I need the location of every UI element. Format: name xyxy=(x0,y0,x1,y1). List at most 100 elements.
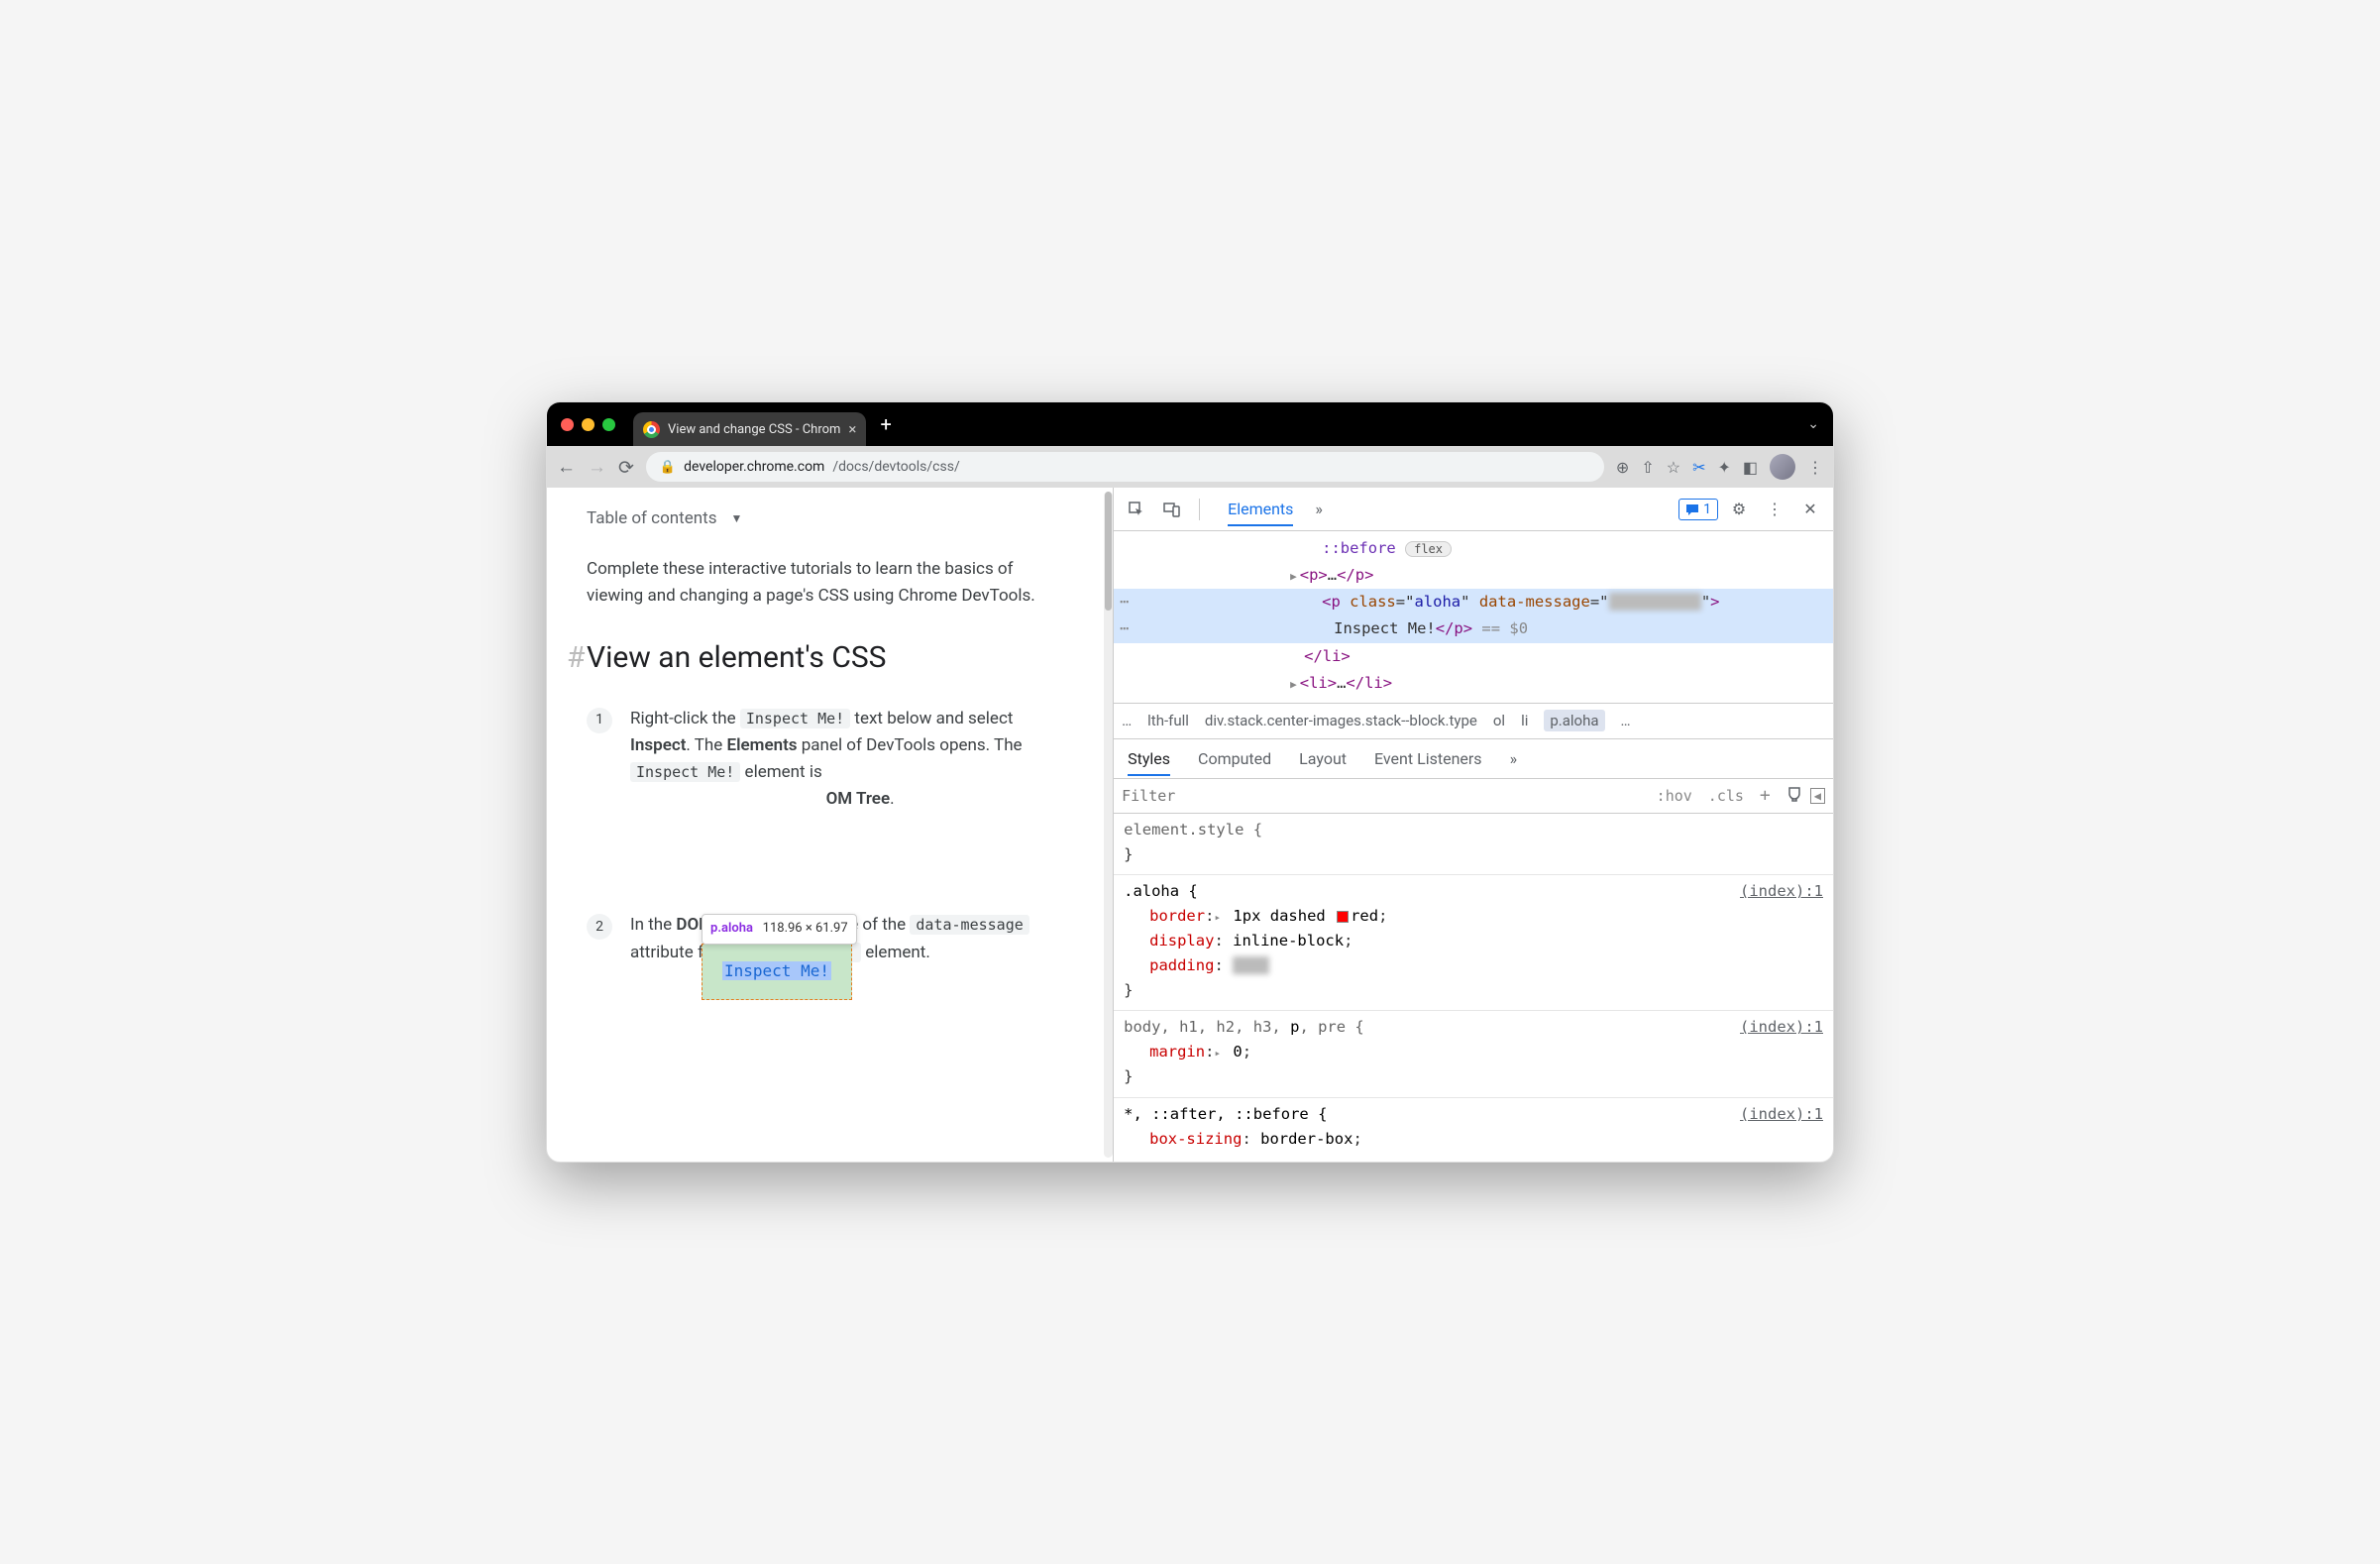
max-dot[interactable] xyxy=(602,418,615,431)
close-dot[interactable] xyxy=(561,418,574,431)
source-link[interactable]: (index):1 xyxy=(1740,1015,1823,1040)
inspect-element-icon[interactable] xyxy=(1122,495,1151,524)
attr: class xyxy=(1350,593,1396,611)
toc-label: Table of contents xyxy=(587,505,716,532)
dom-tree[interactable]: ::before flex ▶<p>…</p> <p class="aloha"… xyxy=(1114,531,1833,703)
t: Inspect Me! xyxy=(1334,619,1436,637)
crumb[interactable]: div.stack.center-images.stack--block.typ… xyxy=(1205,712,1477,729)
device-toggle-icon[interactable] xyxy=(1157,495,1187,524)
crumb[interactable]: li xyxy=(1521,712,1528,729)
style-rule-universal[interactable]: (index):1 *, ::after, ::before { box-siz… xyxy=(1114,1098,1833,1160)
b: Elements xyxy=(727,735,798,755)
dom-row-selected-text[interactable]: Inspect Me!</p> == $0 xyxy=(1114,615,1833,642)
style-rule-aloha[interactable]: (index):1 .aloha { border:▸ 1px dashed r… xyxy=(1114,875,1833,1011)
tag: <p xyxy=(1322,593,1350,611)
scissors-icon[interactable]: ✂ xyxy=(1692,458,1705,477)
breadcrumb[interactable]: … lth-full div.stack.center-images.stack… xyxy=(1114,703,1833,738)
selector: element.style { xyxy=(1124,818,1823,842)
step-number: 1 xyxy=(587,708,612,733)
prop-name: padding xyxy=(1149,956,1214,974)
styles-subtabs: Styles Computed Layout Event Listeners » xyxy=(1114,738,1833,778)
window-controls xyxy=(561,418,615,431)
dom-row[interactable]: ▶<li>…</li> xyxy=(1114,670,1833,697)
toc-toggle[interactable]: Table of contents ▼ xyxy=(587,505,1073,532)
b: OM Tree xyxy=(826,789,891,809)
cls-toggle[interactable]: .cls xyxy=(1700,787,1752,805)
t: element. xyxy=(861,943,930,962)
tooltip-dims: 118.96 × 61.97 xyxy=(763,921,848,936)
source-link[interactable]: (index):1 xyxy=(1740,879,1823,904)
hov-toggle[interactable]: :hov xyxy=(1649,787,1700,805)
address-bar[interactable]: 🔒 developer.chrome.com/docs/devtools/css… xyxy=(646,452,1604,482)
styles-filter-input[interactable] xyxy=(1122,787,1649,805)
titlebar: View and change CSS - Chrom × + ⌄ xyxy=(547,402,1833,446)
flex-pill: flex xyxy=(1405,541,1452,557)
t: element is xyxy=(740,762,821,782)
triangle-icon: ▶ xyxy=(1290,570,1297,583)
avatar[interactable] xyxy=(1770,454,1795,480)
prop-name: box-sizing xyxy=(1149,1130,1242,1148)
highlighted-element[interactable]: Inspect Me! xyxy=(702,944,852,1000)
t: text below and select xyxy=(850,709,1013,728)
msg-count: 1 xyxy=(1703,502,1711,517)
prop-val: red xyxy=(1351,907,1378,925)
tab-layout[interactable]: Layout xyxy=(1299,749,1347,768)
messages-badge[interactable]: 1 xyxy=(1678,499,1718,520)
crumb[interactable]: lth-full xyxy=(1147,712,1189,729)
selector: , pre { xyxy=(1299,1018,1363,1036)
tab-styles[interactable]: Styles xyxy=(1128,749,1170,776)
tag: </p> xyxy=(1436,619,1472,637)
gear-icon[interactable]: ⚙ xyxy=(1724,495,1754,524)
toolbar: ← → ⟳ 🔒 developer.chrome.com/docs/devtoo… xyxy=(547,446,1833,488)
zoom-icon[interactable]: ⊕ xyxy=(1616,458,1629,477)
t: panel of DevTools opens. The xyxy=(798,735,1023,755)
share-icon[interactable]: ⇧ xyxy=(1641,458,1654,477)
dom-row-selected[interactable]: <p class="aloha" data-message="xxxxxxxxx… xyxy=(1114,589,1833,615)
crumb-active[interactable]: p.aloha xyxy=(1544,710,1604,731)
kebab-icon[interactable]: ⋮ xyxy=(1807,458,1823,477)
crumb[interactable]: ol xyxy=(1493,712,1505,729)
tabs-overflow-icon[interactable]: » xyxy=(1315,500,1323,518)
kebab-icon[interactable]: ⋮ xyxy=(1760,495,1789,524)
styles-pane[interactable]: element.style { } (index):1 .aloha { bor… xyxy=(1114,814,1833,1162)
tab-computed[interactable]: Computed xyxy=(1198,749,1271,768)
forward-icon[interactable]: → xyxy=(588,455,606,479)
star-icon[interactable]: ☆ xyxy=(1667,458,1680,477)
b: Inspect xyxy=(630,735,686,755)
code: Inspect Me! xyxy=(740,709,850,728)
color-swatch[interactable] xyxy=(1337,911,1349,923)
new-tab-icon[interactable]: + xyxy=(880,412,891,436)
extensions-icon[interactable]: ✦ xyxy=(1717,458,1730,477)
section-heading: View an element's CSS xyxy=(587,634,1073,682)
tabs-menu-icon[interactable]: ⌄ xyxy=(1807,416,1819,432)
dom-row[interactable]: ▶<p>…</p> xyxy=(1114,562,1833,589)
new-rule-icon[interactable]: + xyxy=(1752,785,1779,806)
inspect-tooltip: p.aloha 118.96 × 61.97 xyxy=(702,914,857,945)
close-icon[interactable]: ✕ xyxy=(1795,495,1825,524)
styles-filter-bar: :hov .cls + ◀ xyxy=(1114,778,1833,814)
dom-row[interactable]: ::before flex xyxy=(1114,535,1833,562)
tab-close-icon[interactable]: × xyxy=(848,420,856,438)
tag: </p> xyxy=(1337,566,1373,584)
dom-row[interactable]: </li> xyxy=(1114,643,1833,670)
style-rule-body[interactable]: (index):1 body, h1, h2, h3, p, pre { mar… xyxy=(1114,1011,1833,1097)
subtabs-overflow-icon[interactable]: » xyxy=(1510,749,1518,768)
prop-val: border-box xyxy=(1260,1130,1352,1148)
browser-tab[interactable]: View and change CSS - Chrom × xyxy=(633,412,866,446)
url-host: developer.chrome.com xyxy=(684,459,824,475)
tab-events[interactable]: Event Listeners xyxy=(1374,749,1482,768)
min-dot[interactable] xyxy=(582,418,595,431)
style-rule-element[interactable]: element.style { } xyxy=(1114,814,1833,876)
val: aloha xyxy=(1414,593,1460,611)
ell: … xyxy=(1122,712,1132,729)
tag: <li> xyxy=(1300,674,1337,692)
source-link[interactable]: (index):1 xyxy=(1740,1102,1823,1127)
t: = xyxy=(1396,593,1405,611)
sidepanel-icon[interactable]: ◧ xyxy=(1743,458,1758,477)
brush-icon[interactable] xyxy=(1779,786,1810,806)
page-scrollbar[interactable] xyxy=(1104,492,1113,1158)
back-icon[interactable]: ← xyxy=(557,455,576,479)
sidebar-toggle-icon[interactable]: ◀ xyxy=(1810,788,1825,804)
reload-icon[interactable]: ⟳ xyxy=(618,456,634,479)
tab-elements[interactable]: Elements xyxy=(1228,500,1293,526)
